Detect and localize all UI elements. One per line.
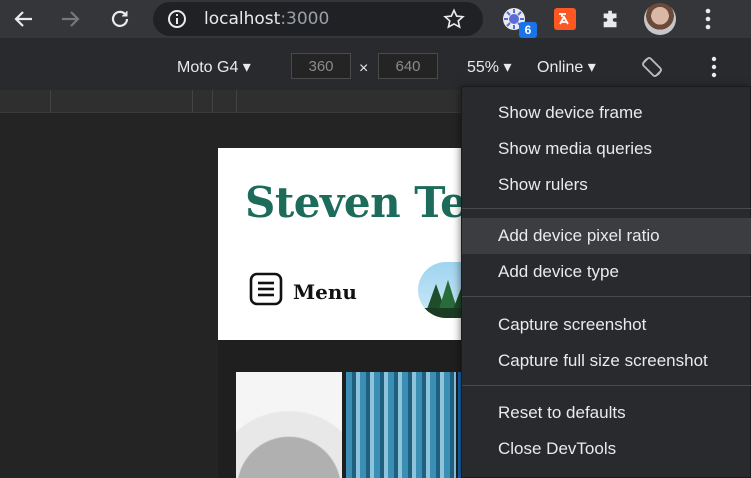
rotate-icon[interactable] <box>640 55 664 84</box>
menu-label: Menu <box>293 279 357 304</box>
ruler-segment <box>50 90 51 112</box>
address-bar[interactable]: localhost:3000 <box>153 2 483 36</box>
device-toolbar: Moto G4 ▾ 360 × 640 55% ▾ Online ▾ <box>0 38 751 91</box>
menu-item-add-device-pixel-ratio[interactable]: Add device pixel ratio <box>462 218 751 254</box>
site-title[interactable]: Steven Ter <box>245 178 489 227</box>
menu-separator <box>462 385 751 386</box>
height-input[interactable]: 640 <box>378 53 438 79</box>
width-input[interactable]: 360 <box>291 53 351 79</box>
hamburger-icon <box>249 272 283 311</box>
puzzle-icon[interactable] <box>596 4 626 34</box>
device-options-icon[interactable] <box>711 56 717 83</box>
url-text: localhost:3000 <box>204 9 330 29</box>
menu-item-show-media-queries[interactable]: Show media queries <box>462 131 751 167</box>
menu-item-close-devtools[interactable]: Close DevTools <box>462 431 751 467</box>
translate-extension-icon[interactable] <box>550 4 580 34</box>
star-icon[interactable] <box>443 8 465 35</box>
thumbnail-image[interactable] <box>236 372 342 478</box>
reload-icon[interactable] <box>106 5 134 33</box>
throttle-select[interactable]: Online ▾ <box>537 57 596 77</box>
menu-item-show-device-frame[interactable]: Show device frame <box>462 95 751 131</box>
menu-separator <box>462 208 751 209</box>
menu-item-capture-full-size-screenshot[interactable]: Capture full size screenshot <box>462 343 751 379</box>
browser-toolbar: localhost:3000 6 <box>0 0 751 38</box>
device-options-menu: Show device frame Show media queries Sho… <box>461 86 751 478</box>
extension-badge: 6 <box>519 22 537 38</box>
device-select[interactable]: Moto G4 ▾ <box>177 57 251 77</box>
ruler-segment <box>212 90 213 112</box>
dimension-separator: × <box>359 60 369 77</box>
zoom-select[interactable]: 55% ▾ <box>467 57 512 77</box>
menu-separator <box>462 296 751 297</box>
ruler-segment <box>236 90 237 112</box>
forward-icon[interactable] <box>57 5 85 33</box>
menu-button[interactable]: Menu <box>249 272 357 311</box>
back-icon[interactable] <box>9 5 37 33</box>
thumbnail-image[interactable] <box>346 372 456 478</box>
menu-item-add-device-type[interactable]: Add device type <box>462 254 751 290</box>
ruler-segment <box>192 90 193 112</box>
menu-item-capture-screenshot[interactable]: Capture screenshot <box>462 307 751 343</box>
kebab-menu-icon[interactable] <box>693 4 723 34</box>
info-icon[interactable] <box>167 9 187 34</box>
menu-item-show-rulers[interactable]: Show rulers <box>462 167 751 203</box>
menu-item-reset-to-defaults[interactable]: Reset to defaults <box>462 395 751 431</box>
profile-avatar[interactable] <box>644 3 676 35</box>
